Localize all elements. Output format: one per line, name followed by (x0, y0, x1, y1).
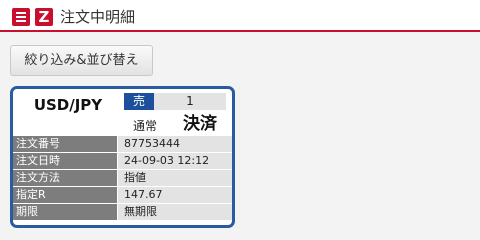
page-title: 注文中明細 (60, 8, 136, 26)
app-header: Z 注文中明細 (0, 0, 480, 32)
table-row-expiry: 期限 無期限 (13, 203, 232, 220)
row-label: 指定R (13, 187, 117, 203)
row-label: 期限 (13, 204, 117, 220)
row-value: 指値 (117, 170, 232, 186)
filter-sort-button[interactable]: 絞り込み&並び替え (10, 45, 153, 76)
row-value: 無期限 (117, 204, 232, 220)
row-value: 147.67 (117, 187, 232, 203)
order-type-label: 通常 (133, 119, 158, 133)
row-label: 注文番号 (13, 136, 117, 152)
side-badge: 売 (124, 93, 154, 110)
row-value: 87753444 (117, 136, 232, 152)
menu-icon-bar (16, 12, 26, 14)
logo-icon: Z (35, 8, 53, 26)
table-row-order-datetime: 注文日時 24-09-03 12:12 (13, 152, 232, 169)
row-value: 24-09-03 12:12 (117, 153, 232, 169)
row-label: 注文方法 (13, 170, 117, 186)
status-label: 決済 (183, 114, 217, 134)
menu-icon[interactable] (12, 8, 30, 26)
order-card[interactable]: USD/JPY 売 1 通常 決済 注文番号 87753444 注文日時 24-… (10, 86, 235, 228)
table-row-order-method: 注文方法 指値 (13, 169, 232, 186)
quantity-value: 1 (154, 93, 226, 110)
table-row-order-number: 注文番号 87753444 (13, 135, 232, 152)
row-label: 注文日時 (13, 153, 117, 169)
table-row-specified-rate: 指定R 147.67 (13, 186, 232, 203)
currency-pair: USD/JPY (33, 96, 103, 114)
menu-icon-bar (16, 16, 26, 18)
logo-letter: Z (38, 8, 50, 26)
order-details-table: 注文番号 87753444 注文日時 24-09-03 12:12 注文方法 指… (13, 135, 232, 220)
menu-icon-bar (16, 20, 26, 22)
